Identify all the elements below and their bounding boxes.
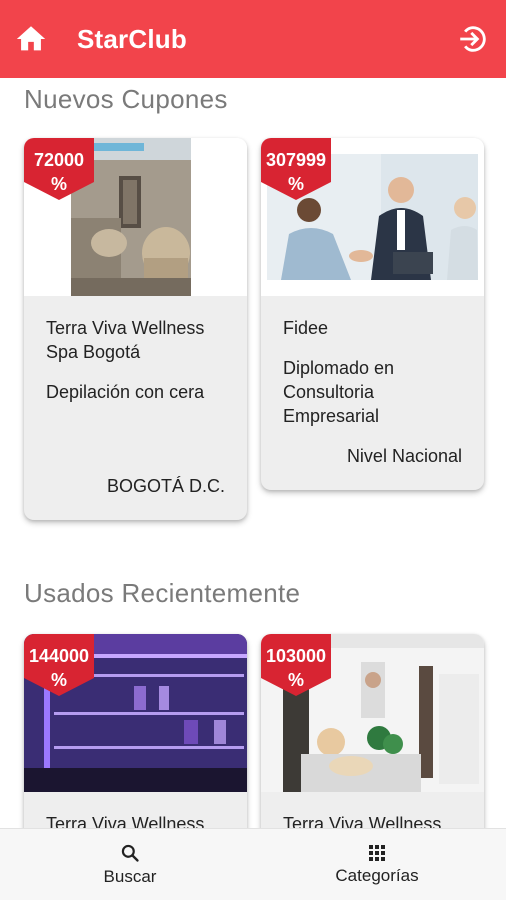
merchant-name: Fidee [283, 318, 329, 338]
discount-percent: % [287, 174, 304, 194]
nav-categories-label: Categorías [335, 866, 419, 885]
logout-icon[interactable] [456, 22, 490, 56]
salon-interior-image: 72000 % [24, 138, 247, 296]
coupon-card[interactable]: 307999 % Fidee Diplomado en Consultoria … [261, 138, 484, 490]
app-title: StarClub [77, 24, 187, 54]
section-title-new-coupons: Nuevos Cupones [24, 84, 228, 114]
discount-value: 103000 [265, 646, 327, 666]
coupon-card[interactable]: 72000 % Terra Viva Wellness Spa Bogotá D… [24, 138, 247, 520]
discount-value: 72000 [33, 150, 85, 170]
store-shelves-image: 144000 % [24, 634, 247, 792]
discount-percent: % [287, 670, 304, 690]
nav-search-label: Buscar [103, 867, 157, 886]
content-scroll[interactable]: Nuevos Cupones 72000 % Terra Viva Wellne… [0, 78, 506, 828]
discount-badge: 72000 % [24, 138, 94, 200]
discount-value: 307999 [265, 150, 327, 170]
discount-percent: % [50, 670, 67, 690]
discount-value: 144000 [28, 646, 90, 666]
coupon-location: BOGOTÁ D.C. [106, 476, 225, 496]
merchant-name: Terra Viva Wellness [283, 814, 442, 828]
spa-reception-image: 103000 % [261, 634, 484, 792]
merchant-name: Terra Viva Wellness [46, 814, 205, 828]
discount-badge: 103000 % [261, 634, 331, 696]
nav-search-button[interactable]: Buscar [90, 829, 170, 900]
home-icon[interactable] [14, 22, 48, 56]
section-title-recent: Usados Recientemente [24, 578, 301, 608]
discount-percent: % [50, 174, 67, 194]
app-bar: StarClub [0, 0, 506, 78]
search-icon [121, 844, 139, 862]
coupon-card[interactable]: 144000 % Terra Viva Wellness [24, 634, 247, 828]
bottom-navigation: Buscar Categorías [0, 828, 506, 900]
coupon-description: Diplomado en Consultoria Empresarial [283, 358, 395, 426]
discount-badge: 144000 % [24, 634, 94, 696]
nav-categories-button[interactable]: Categorías [322, 829, 432, 900]
discount-badge: 307999 % [261, 138, 331, 200]
coupon-location: Nivel Nacional [346, 446, 462, 466]
grid-icon [369, 845, 385, 861]
coupon-description: Depilación con cera [46, 382, 205, 402]
coupon-card[interactable]: 103000 % Terra Viva Wellness [261, 634, 484, 828]
merchant-name: Terra Viva Wellness Spa Bogotá [46, 318, 205, 362]
business-handshake-image: 307999 % [261, 138, 484, 296]
